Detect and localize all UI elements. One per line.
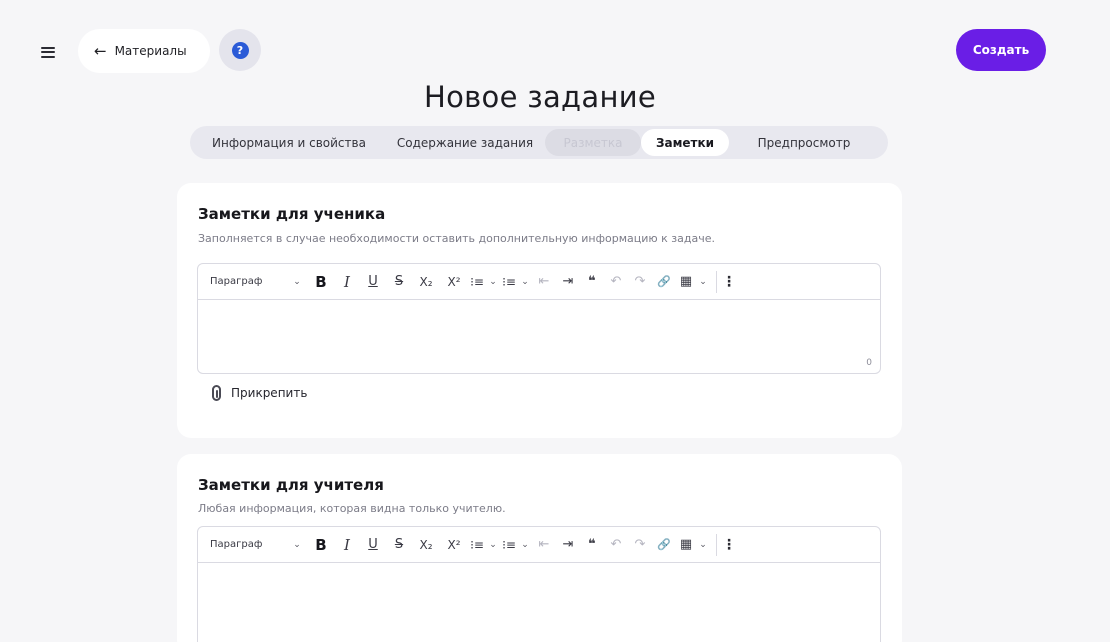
undo-icon[interactable]: ↶ (604, 270, 628, 294)
more-options-icon[interactable]: ⋮ (717, 270, 741, 294)
chevron-down-icon[interactable]: ⌄ (518, 533, 532, 557)
attach-label: Прикрепить (231, 386, 308, 400)
editor-toolbar: Параграф ⌄ B I U S X₂ X² ⁝≡ ⌄ ⁝≡ ⌄ ⇤ ⇥ ❝… (198, 264, 880, 300)
bullet-list-icon[interactable]: ⁝≡ (500, 270, 518, 294)
bullet-list-icon[interactable]: ⁝≡ (500, 533, 518, 557)
tab-task-content[interactable]: Содержание задания (385, 129, 545, 156)
tab-notes[interactable]: Заметки (641, 129, 729, 156)
teacher-notes-description: Любая информация, которая видна только у… (198, 502, 506, 515)
link-icon[interactable]: 🔗 (652, 270, 676, 294)
redo-icon[interactable]: ↷ (628, 270, 652, 294)
tab-bar: Информация и свойства Содержание задания… (190, 126, 888, 159)
paragraph-style-select[interactable]: Параграф (210, 539, 282, 550)
tab-markup: Разметка (545, 129, 641, 156)
create-button[interactable]: Создать (956, 29, 1046, 71)
teacher-notes-textarea[interactable] (198, 563, 880, 642)
teacher-notes-card: Заметки для учителя Любая информация, ко… (177, 454, 902, 642)
chevron-down-icon[interactable]: ⌄ (696, 533, 710, 557)
tab-info-properties[interactable]: Информация и свойства (193, 129, 385, 156)
chevron-down-icon[interactable]: ⌄ (696, 270, 710, 294)
quote-icon[interactable]: ❝ (580, 533, 604, 557)
chevron-down-icon[interactable]: ⌄ (486, 270, 500, 294)
hamburger-icon (41, 46, 55, 58)
bold-icon[interactable]: B (308, 270, 334, 294)
student-notes-textarea[interactable] (198, 300, 880, 373)
help-button[interactable]: ? (219, 29, 261, 71)
page-title: Новое задание (423, 80, 656, 114)
bold-icon[interactable]: B (308, 533, 334, 557)
back-to-materials-button[interactable]: ← Материалы (78, 29, 210, 73)
chevron-down-icon[interactable]: ⌄ (518, 270, 532, 294)
outdent-icon[interactable]: ⇤ (532, 533, 556, 557)
back-button-label: Материалы (114, 44, 187, 58)
chevron-down-icon[interactable]: ⌄ (286, 270, 308, 294)
editor-toolbar: Параграф ⌄ B I U S X₂ X² ⁝≡ ⌄ ⁝≡ ⌄ ⇤ ⇥ ❝… (198, 527, 880, 563)
table-icon[interactable]: ▦ (676, 270, 696, 294)
student-notes-description: Заполняется в случае необходимости остав… (198, 232, 716, 245)
paperclip-icon (212, 385, 221, 401)
tab-preview[interactable]: Предпросмотр (729, 129, 879, 156)
strikethrough-icon[interactable]: S (386, 533, 412, 557)
character-counter: 0 (866, 358, 872, 368)
arrow-left-icon: ← (94, 41, 107, 60)
student-notes-card: Заметки для ученика Заполняется в случае… (177, 183, 902, 438)
indent-icon[interactable]: ⇥ (556, 270, 580, 294)
strikethrough-icon[interactable]: S (386, 270, 412, 294)
ordered-list-icon[interactable]: ⁝≡ (468, 533, 486, 557)
chevron-down-icon[interactable]: ⌄ (286, 533, 308, 557)
italic-icon[interactable]: I (334, 533, 360, 557)
teacher-notes-editor: Параграф ⌄ B I U S X₂ X² ⁝≡ ⌄ ⁝≡ ⌄ ⇤ ⇥ ❝… (197, 526, 881, 642)
link-icon[interactable]: 🔗 (652, 533, 676, 557)
superscript-icon[interactable]: X² (440, 533, 468, 557)
student-notes-editor: Параграф ⌄ B I U S X₂ X² ⁝≡ ⌄ ⁝≡ ⌄ ⇤ ⇥ ❝… (197, 263, 881, 374)
redo-icon[interactable]: ↷ (628, 533, 652, 557)
italic-icon[interactable]: I (334, 270, 360, 294)
outdent-icon[interactable]: ⇤ (532, 270, 556, 294)
indent-icon[interactable]: ⇥ (556, 533, 580, 557)
attach-button[interactable]: Прикрепить (212, 385, 307, 401)
undo-icon[interactable]: ↶ (604, 533, 628, 557)
more-options-icon[interactable]: ⋮ (717, 533, 741, 557)
underline-icon[interactable]: U (360, 270, 386, 294)
subscript-icon[interactable]: X₂ (412, 270, 440, 294)
teacher-notes-title: Заметки для учителя (198, 476, 384, 494)
student-notes-title: Заметки для ученика (198, 205, 386, 223)
help-icon: ? (231, 41, 249, 59)
chevron-down-icon[interactable]: ⌄ (486, 533, 500, 557)
table-icon[interactable]: ▦ (676, 533, 696, 557)
paragraph-style-select[interactable]: Параграф (210, 276, 282, 287)
subscript-icon[interactable]: X₂ (412, 533, 440, 557)
menu-button[interactable] (30, 34, 66, 70)
superscript-icon[interactable]: X² (440, 270, 468, 294)
ordered-list-icon[interactable]: ⁝≡ (468, 270, 486, 294)
underline-icon[interactable]: U (360, 533, 386, 557)
quote-icon[interactable]: ❝ (580, 270, 604, 294)
